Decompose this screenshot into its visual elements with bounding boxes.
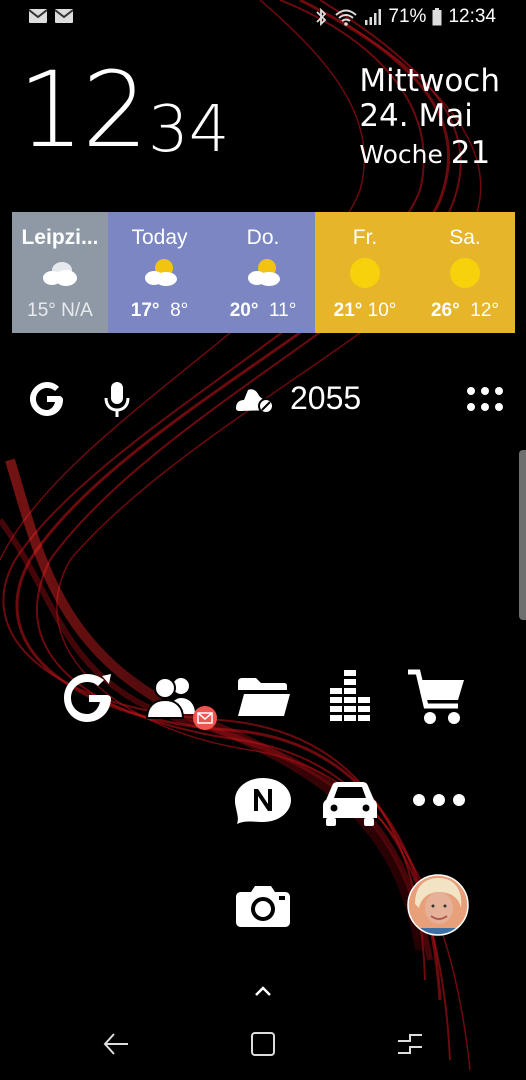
temp-low: 11°: [268, 300, 297, 321]
temp-high: 15°: [27, 300, 56, 321]
weather-day-saturday[interactable]: Sa. 26° 12°: [415, 212, 515, 333]
navigation-bar: [0, 1020, 526, 1070]
weather-day-temps: 20° 11°: [211, 300, 315, 322]
weather-day-temps: 17° 8°: [108, 300, 211, 322]
weather-day-temps: 15° N/A: [12, 300, 108, 322]
weather-day-temps: 21° 10°: [315, 300, 415, 322]
clock-minute[interactable]: 34: [148, 98, 229, 162]
recents-icon[interactable]: [396, 1031, 424, 1057]
weather-day-friday[interactable]: Fr. 21° 10°: [315, 212, 415, 333]
weather-day-label: Fr.: [352, 226, 378, 249]
week-label: Woche: [359, 140, 443, 169]
weekday: Mittwoch: [359, 63, 500, 99]
sun-icon: [450, 258, 480, 288]
home-icon[interactable]: [250, 1031, 276, 1057]
up-chevron-icon[interactable]: [253, 984, 273, 998]
week-number: 21: [450, 135, 491, 171]
status-bar: 71% 12:34: [0, 0, 526, 36]
mail-icon: [54, 9, 74, 23]
weather-day-label: Sa.: [449, 226, 481, 249]
weather-day-label: Today: [131, 226, 188, 249]
weather-day-label: Do.: [246, 226, 280, 249]
temp-high: 26°: [430, 300, 460, 321]
weather-day-temps: 26° 12°: [415, 300, 515, 322]
google-icon[interactable]: [28, 380, 66, 418]
signal-icon: [365, 9, 382, 25]
partly-cloudy-icon: [144, 259, 177, 286]
temp-high: 17°: [130, 300, 160, 321]
back-icon[interactable]: [102, 1031, 130, 1057]
cloudy-icon: [43, 262, 77, 286]
weather-day-location[interactable]: Leipzi... 15° N/A: [12, 212, 108, 333]
edge-panel-handle[interactable]: [519, 450, 526, 620]
temp-low: 8°: [170, 300, 189, 321]
day-month: 24. Mai: [359, 98, 473, 134]
partly-cloudy-icon: [248, 259, 280, 286]
car-icon[interactable]: [322, 778, 378, 828]
camera-icon[interactable]: [235, 884, 291, 928]
shoe-steps-icon[interactable]: [234, 384, 276, 416]
temp-low: 12°: [470, 300, 500, 321]
sun-icon: [350, 258, 380, 288]
temp-low: N/A: [61, 300, 93, 321]
step-count[interactable]: 2055: [290, 380, 361, 417]
status-time: 12:34: [448, 6, 496, 27]
battery-percent: 71%: [388, 6, 427, 27]
avatar[interactable]: [407, 874, 469, 936]
google-refresh-icon[interactable]: [61, 670, 117, 726]
date-widget[interactable]: Mittwoch 24. Mai Woche 21: [359, 66, 500, 169]
weather-day-thursday[interactable]: Do. 20° 11°: [211, 212, 315, 333]
shopping-cart-icon[interactable]: [406, 668, 466, 726]
notes-n-icon[interactable]: [233, 776, 293, 826]
temp-high: 21°: [333, 300, 363, 321]
email-badge-icon: [193, 706, 217, 730]
week-line: Woche 21: [359, 138, 500, 169]
mail-icon: [28, 9, 48, 23]
clock-hour[interactable]: 12: [18, 58, 148, 162]
bluetooth-icon: [316, 7, 327, 27]
weather-blue-group: Today 17° 8° Do. 20° 11°: [108, 212, 315, 333]
app-drawer-icon[interactable]: [466, 386, 504, 414]
equalizer-icon[interactable]: [326, 668, 376, 722]
wifi-icon: [335, 9, 358, 26]
weather-day-today[interactable]: Today 17° 8°: [108, 212, 211, 333]
battery-icon: [432, 8, 442, 26]
temp-low: 10°: [367, 300, 397, 321]
folder-icon[interactable]: [236, 676, 292, 720]
more-dots-icon[interactable]: [412, 792, 466, 808]
weather-day-label: Leipzi...: [21, 226, 99, 249]
temp-high: 20°: [229, 300, 259, 321]
weather-yellow-group: Fr. 21° 10° Sa. 26° 12°: [315, 212, 515, 333]
microphone-icon[interactable]: [103, 380, 131, 420]
weather-widget[interactable]: Leipzi... 15° N/A Today 17° 8° Do. 20° 1…: [12, 212, 515, 333]
